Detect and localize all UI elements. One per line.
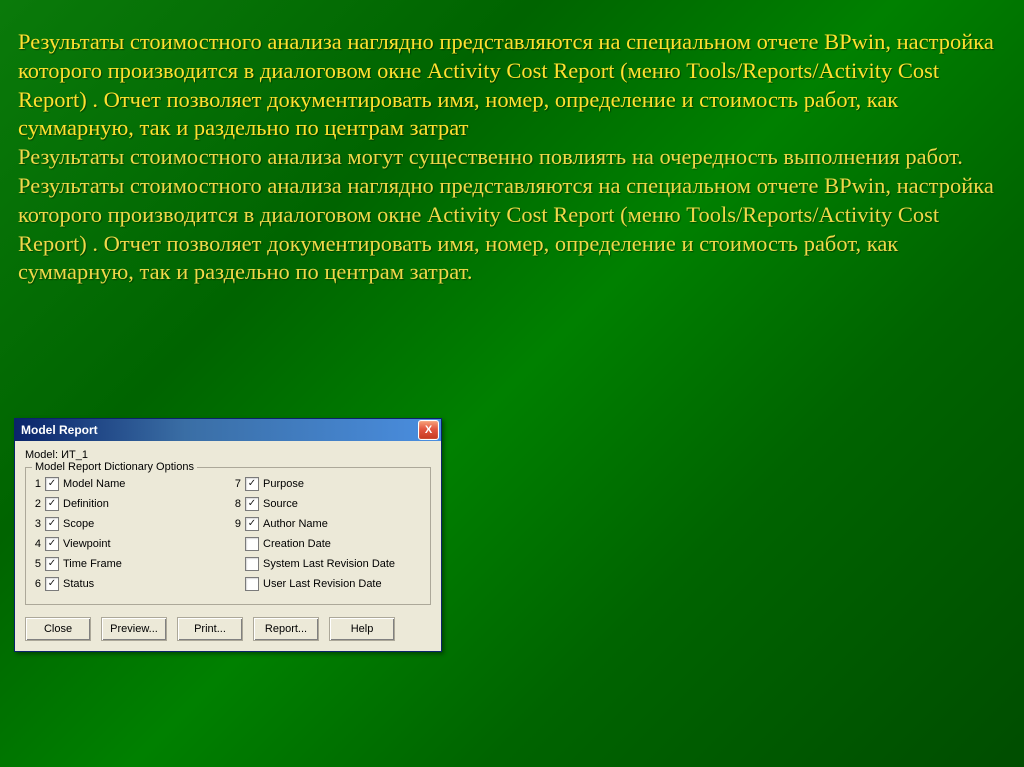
- close-button[interactable]: X: [418, 420, 439, 440]
- options-column-left: 1 Model Name 2 Definition 3 Scope 4 Viewpoint 5 T…: [32, 476, 224, 596]
- option-label: User Last Revision Date: [263, 578, 382, 590]
- option-label: Model Name: [63, 478, 125, 490]
- dialog-body: Model: ИТ_1 Model Report Dictionary Opti…: [15, 441, 441, 651]
- option-row: 1 Model Name: [32, 476, 224, 492]
- checkbox[interactable]: [245, 537, 259, 551]
- options-column-right: 7 Purpose 8 Source 9 Author Name Creation Date…: [232, 476, 424, 596]
- slide-text: Результаты стоимостного анализа наглядно…: [0, 0, 1024, 287]
- model-report-dialog: Model Report X Model: ИТ_1 Model Report …: [14, 418, 442, 652]
- checkbox[interactable]: [45, 477, 59, 491]
- checkbox[interactable]: [245, 577, 259, 591]
- option-label: Scope: [63, 518, 94, 530]
- option-number: 5: [32, 558, 41, 570]
- option-label: Purpose: [263, 478, 304, 490]
- option-label: Definition: [63, 498, 109, 510]
- group-legend: Model Report Dictionary Options: [32, 461, 197, 473]
- dialog-titlebar: Model Report X: [15, 419, 441, 441]
- checkbox[interactable]: [45, 557, 59, 571]
- option-row: 4 Viewpoint: [32, 536, 224, 552]
- print-button[interactable]: Print...: [177, 617, 243, 641]
- checkbox[interactable]: [245, 557, 259, 571]
- option-label: Source: [263, 498, 298, 510]
- paragraph-1: Результаты стоимостного анализа наглядно…: [18, 28, 1006, 143]
- model-label: Model:: [25, 449, 58, 461]
- option-row: 2 Definition: [32, 496, 224, 512]
- option-row: User Last Revision Date: [232, 576, 424, 592]
- option-number: 4: [32, 538, 41, 550]
- options-group: Model Report Dictionary Options 1Model N…: [25, 467, 431, 605]
- option-row: 9 Author Name: [232, 516, 424, 532]
- option-row: System Last Revision Date: [232, 556, 424, 572]
- option-label: Viewpoint: [63, 538, 111, 550]
- option-number: 1: [32, 478, 41, 490]
- checkbox[interactable]: [245, 497, 259, 511]
- option-label: System Last Revision Date: [263, 558, 395, 570]
- option-label: Status: [63, 578, 94, 590]
- option-row: 7 Purpose: [232, 476, 424, 492]
- option-number: 9: [232, 518, 241, 530]
- checkbox[interactable]: [45, 497, 59, 511]
- option-number: 6: [32, 578, 41, 590]
- preview-button[interactable]: Preview...: [101, 617, 167, 641]
- checkbox[interactable]: [45, 537, 59, 551]
- checkbox[interactable]: [45, 577, 59, 591]
- dialog-title: Model Report: [21, 423, 98, 437]
- option-number: 3: [32, 518, 41, 530]
- help-button[interactable]: Help: [329, 617, 395, 641]
- model-row: Model: ИТ_1: [25, 449, 431, 461]
- paragraph-2: Результаты стоимостного анализа могут су…: [18, 143, 1006, 287]
- option-number: 7: [232, 478, 241, 490]
- button-row: Close Preview... Print... Report... Help: [25, 617, 431, 641]
- checkbox[interactable]: [45, 517, 59, 531]
- checkbox[interactable]: [245, 477, 259, 491]
- option-number: 8: [232, 498, 241, 510]
- option-label: Time Frame: [63, 558, 122, 570]
- option-label: Author Name: [263, 518, 328, 530]
- option-label: Creation Date: [263, 538, 331, 550]
- option-row: 8 Source: [232, 496, 424, 512]
- option-row: 3 Scope: [32, 516, 224, 532]
- option-row: 5 Time Frame: [32, 556, 224, 572]
- option-number: 2: [32, 498, 41, 510]
- checkbox[interactable]: [245, 517, 259, 531]
- close-action-button[interactable]: Close: [25, 617, 91, 641]
- option-row: 6 Status: [32, 576, 224, 592]
- report-button[interactable]: Report...: [253, 617, 319, 641]
- model-value: ИТ_1: [61, 449, 88, 461]
- close-icon: X: [425, 424, 432, 436]
- option-row: Creation Date: [232, 536, 424, 552]
